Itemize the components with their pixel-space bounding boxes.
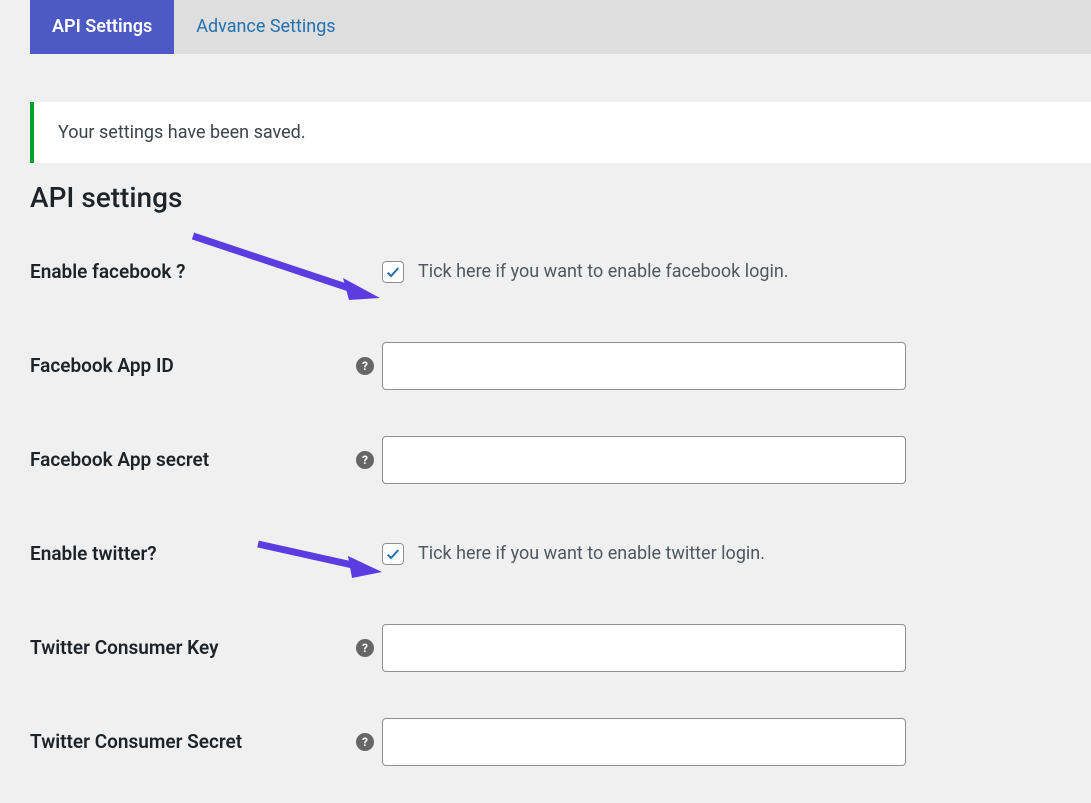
settings-tabs: API Settings Advance Settings xyxy=(30,0,1091,54)
help-icon[interactable]: ? xyxy=(356,733,374,751)
label-enable-twitter: Enable twitter? xyxy=(30,542,348,565)
input-twitter-consumer-secret[interactable] xyxy=(382,718,906,766)
check-icon xyxy=(385,264,401,280)
field-facebook-app-secret: Facebook App secret ? xyxy=(30,436,1091,484)
checkbox-enable-facebook[interactable] xyxy=(382,261,404,283)
field-enable-facebook: Enable facebook ? Tick here if you want … xyxy=(30,248,1091,296)
help-icon[interactable]: ? xyxy=(356,639,374,657)
page-title: API settings xyxy=(30,181,1091,214)
check-icon xyxy=(385,546,401,562)
label-facebook-app-id: Facebook App ID xyxy=(30,354,348,377)
checkbox-enable-twitter[interactable] xyxy=(382,543,404,565)
tab-api-settings[interactable]: API Settings xyxy=(30,0,174,54)
label-twitter-consumer-secret: Twitter Consumer Secret xyxy=(30,730,348,753)
field-facebook-app-id: Facebook App ID ? xyxy=(30,342,1091,390)
field-enable-twitter: Enable twitter? Tick here if you want to… xyxy=(30,530,1091,578)
saved-notice-text: Your settings have been saved. xyxy=(58,122,306,143)
help-icon[interactable]: ? xyxy=(356,451,374,469)
field-twitter-consumer-key: Twitter Consumer Key ? xyxy=(30,624,1091,672)
label-facebook-app-secret: Facebook App secret xyxy=(30,448,348,471)
saved-notice: Your settings have been saved. xyxy=(30,102,1091,163)
field-twitter-consumer-secret: Twitter Consumer Secret ? xyxy=(30,718,1091,766)
desc-enable-twitter: Tick here if you want to enable twitter … xyxy=(418,543,765,564)
input-twitter-consumer-key[interactable] xyxy=(382,624,906,672)
help-icon[interactable]: ? xyxy=(356,357,374,375)
input-facebook-app-secret[interactable] xyxy=(382,436,906,484)
input-facebook-app-id[interactable] xyxy=(382,342,906,390)
desc-enable-facebook: Tick here if you want to enable facebook… xyxy=(418,261,789,282)
label-enable-facebook: Enable facebook ? xyxy=(30,260,348,283)
label-twitter-consumer-key: Twitter Consumer Key xyxy=(30,636,348,659)
tab-advance-settings[interactable]: Advance Settings xyxy=(174,0,357,54)
